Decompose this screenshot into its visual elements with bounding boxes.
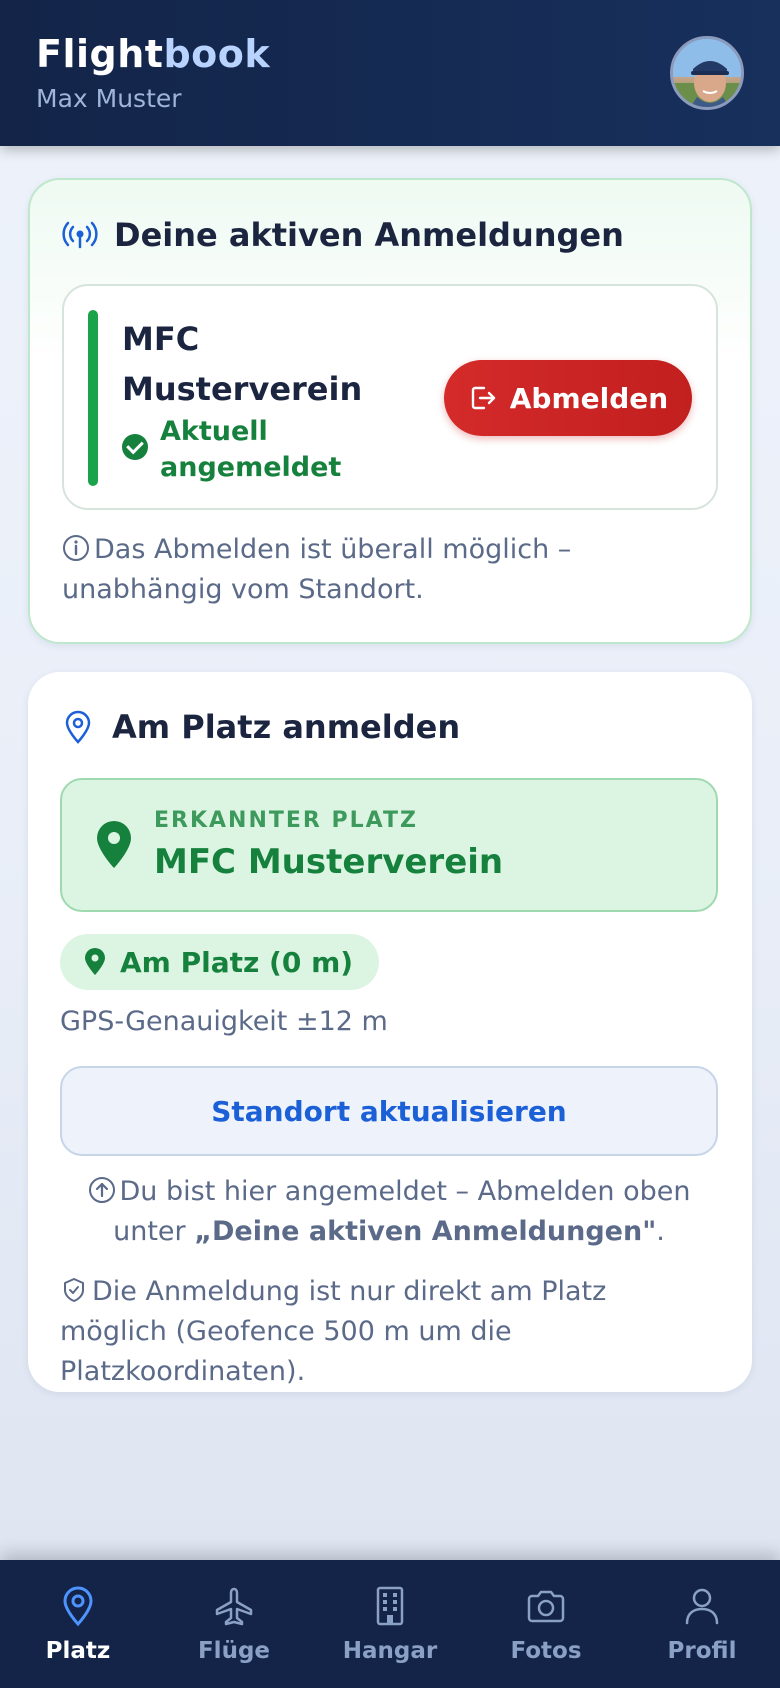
geofence-note: Die Anmeldung ist nur direkt am Platz mö… [60, 1276, 607, 1387]
bottom-navigation: Platz Flüge Hangar Fotos Profil [0, 1560, 780, 1688]
arrow-up-circle-icon [88, 1177, 115, 1203]
logout-button[interactable]: Abmelden [444, 360, 692, 436]
app-header: Flightbook Max Muster [0, 0, 780, 146]
map-pin-icon [85, 948, 105, 975]
active-registrations-title: Deine aktiven Anmeldungen [62, 216, 624, 254]
app-title: Flightbook [36, 32, 271, 76]
detected-field-box: ERKANNTER PLATZ MFC Musterverein [60, 778, 718, 912]
status-indicator-bar [88, 310, 98, 486]
checkin-card: Am Platz anmelden ERKANNTER PLATZ MFC Mu… [28, 672, 752, 1392]
update-location-button[interactable]: Standort aktualisieren [60, 1066, 718, 1156]
active-registrations-card: Deine aktiven Anmeldungen MFC Mustervere… [28, 178, 752, 644]
gps-accuracy: GPS-Genauigkeit ±12 m [60, 1006, 388, 1037]
registration-status: Aktuell angemeldet [122, 414, 360, 486]
user-name: Max Muster [36, 84, 182, 113]
info-icon [63, 535, 89, 561]
checkin-title: Am Platz anmelden [60, 708, 460, 746]
club-name: MFC Musterverein [122, 320, 363, 408]
map-pin-icon [63, 1586, 93, 1627]
check-circle-icon [122, 434, 148, 460]
shield-check-icon [64, 1278, 84, 1302]
avatar[interactable] [670, 36, 744, 110]
camera-icon [527, 1590, 565, 1623]
registration-entry: MFC Musterverein Aktuell angemeldet Abme… [62, 284, 718, 510]
distance-badge: Am Platz (0 m) [60, 934, 380, 990]
airplane-icon [215, 1587, 253, 1626]
active-registrations-link[interactable]: „Deine aktiven Anmeldungen" [194, 1216, 656, 1247]
map-pin-outline-icon [65, 710, 91, 744]
detected-field-name: MFC Musterverein [154, 842, 504, 882]
broadcast-icon [62, 221, 98, 249]
already-registered-hint: Du bist hier angemeldet – Abmelden oben … [60, 1172, 718, 1252]
logout-icon [471, 386, 495, 410]
map-pin-icon [97, 821, 131, 868]
nav-item-profil[interactable]: Profil [624, 1584, 780, 1664]
building-icon [376, 1586, 404, 1626]
nav-item-platz[interactable]: Platz [0, 1584, 156, 1664]
nav-item-fluege[interactable]: Flüge [156, 1584, 312, 1664]
nav-item-hangar[interactable]: Hangar [312, 1584, 468, 1664]
detected-field-label: ERKANNTER PLATZ [154, 808, 418, 833]
logout-info-note: Das Abmelden ist überall möglich – unabh… [62, 534, 572, 605]
nav-item-fotos[interactable]: Fotos [468, 1584, 624, 1664]
user-icon [685, 1588, 719, 1625]
